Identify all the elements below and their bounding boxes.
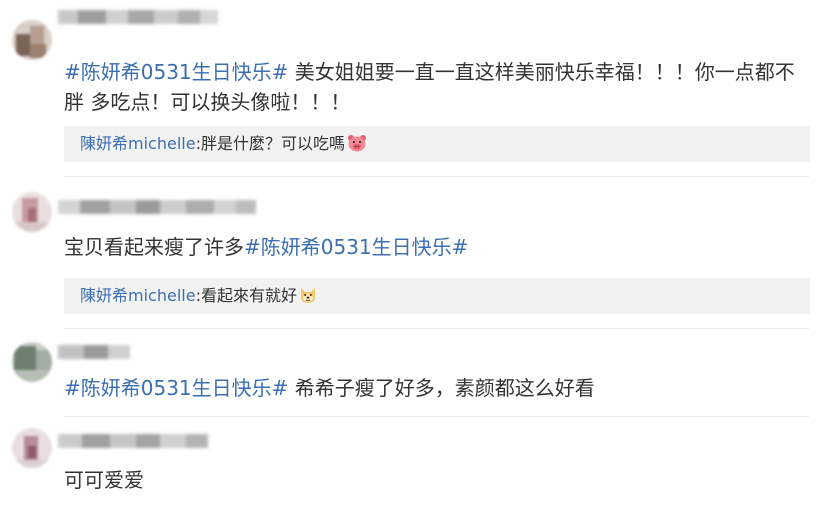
username-blurred[interactable] bbox=[58, 10, 218, 24]
comment-text: #陈妍希0531生日快乐# 希希子瘦了好多，素颜都这么好看 bbox=[64, 373, 801, 403]
comment-text: 可可爱爱 bbox=[64, 465, 801, 495]
hashtag-link[interactable]: #陈妍希0531生日快乐# bbox=[64, 376, 288, 400]
reply-text: :看起來有就好 bbox=[195, 286, 297, 305]
reply-author-link[interactable]: 陳妍希michelle bbox=[80, 134, 196, 153]
username-blurred[interactable] bbox=[58, 200, 256, 214]
avatar[interactable] bbox=[12, 192, 52, 232]
avatar[interactable] bbox=[12, 342, 52, 382]
username-blurred[interactable] bbox=[58, 345, 130, 359]
username-blurred[interactable] bbox=[58, 434, 208, 448]
avatar[interactable] bbox=[12, 428, 52, 468]
comment-text: 宝贝看起来瘦了许多#陈妍希0531生日快乐# bbox=[64, 232, 801, 262]
hashtag-link[interactable]: #陈妍希0531生日快乐# bbox=[64, 60, 288, 84]
divider bbox=[64, 176, 809, 177]
avatar[interactable] bbox=[12, 20, 52, 60]
comment-text: #陈妍希0531生日快乐# 美女姐姐要一直一直这样美丽快乐幸福！！！你一点都不胖… bbox=[64, 57, 801, 117]
comment-body: 可可爱爱 bbox=[64, 468, 144, 492]
reply-author-link[interactable]: 陳妍希michelle bbox=[80, 286, 196, 305]
pig-face-icon bbox=[347, 129, 367, 165]
reply-box: 陳妍希michelle:看起來有就好 bbox=[64, 278, 810, 314]
hashtag-link[interactable]: #陈妍希0531生日快乐# bbox=[244, 235, 468, 259]
comment-body: 希希子瘦了好多，素颜都这么好看 bbox=[288, 376, 595, 400]
divider bbox=[64, 416, 809, 417]
reply-text: :胖是什麼？可以吃嗎 bbox=[195, 134, 345, 153]
reply-box: 陳妍希michelle:胖是什麼？可以吃嗎 bbox=[64, 126, 810, 162]
comment-body: 宝贝看起来瘦了许多 bbox=[64, 235, 244, 259]
doge-face-icon bbox=[299, 281, 317, 317]
divider bbox=[64, 328, 809, 329]
